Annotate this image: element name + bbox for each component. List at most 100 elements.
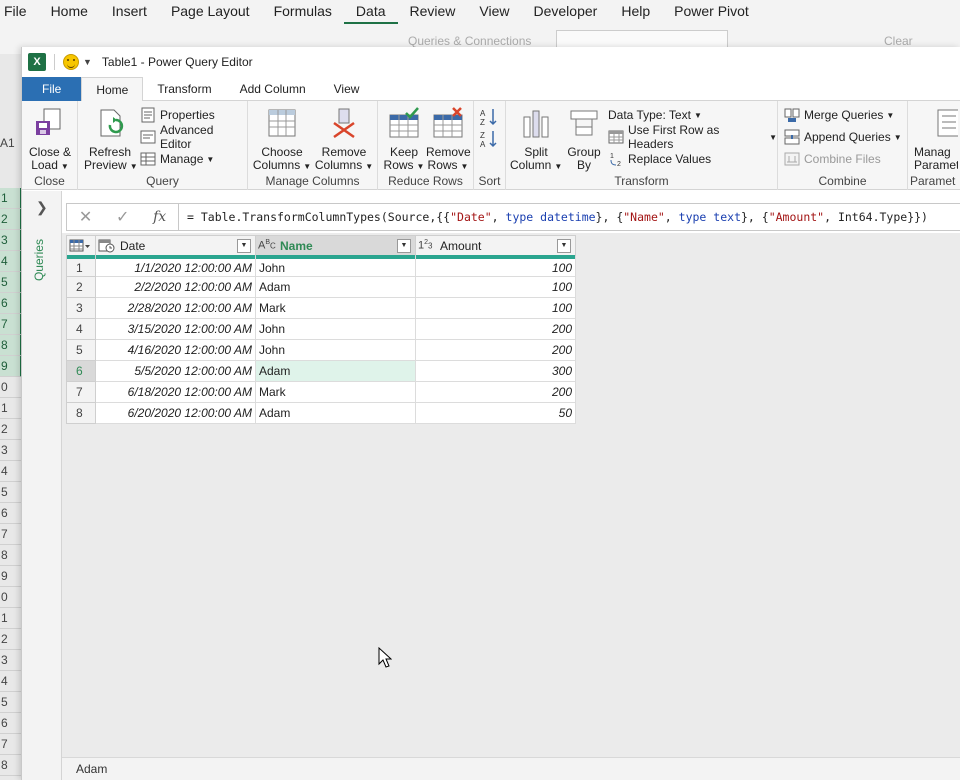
group-by-button[interactable]: Group By — [564, 107, 604, 172]
whole-number-type-icon[interactable]: 123 — [418, 239, 436, 251]
excel-menu-page-layout[interactable]: Page Layout — [159, 0, 262, 24]
tab-home[interactable]: Home — [81, 77, 144, 102]
merge-queries-button[interactable]: Merge Queries ▼ — [784, 105, 894, 125]
replace-values-button[interactable]: 12 Replace Values — [608, 149, 711, 169]
excel-menu-file[interactable]: File — [0, 0, 39, 24]
smiley-feedback-icon[interactable] — [63, 54, 79, 70]
excel-clear[interactable]: Clear — [884, 34, 913, 48]
cell-date[interactable]: 4/16/2020 12:00:00 AM — [95, 339, 256, 361]
cell-amount[interactable]: 200 — [415, 381, 576, 403]
excel-menu-review[interactable]: Review — [398, 0, 468, 24]
cancel-formula-icon[interactable]: ✕ — [79, 207, 92, 227]
row-number[interactable]: 4 — [66, 318, 96, 340]
use-first-row-headers-button[interactable]: Use First Row as Headers ▼ — [608, 123, 777, 151]
cell-name[interactable]: Adam — [255, 276, 416, 298]
group-label-parameters: Paramet — [910, 174, 956, 188]
sort-ascending-icon[interactable]: AZ — [480, 107, 498, 127]
excel-menu-help[interactable]: Help — [609, 0, 662, 24]
column-filter-dropdown-icon[interactable]: ▼ — [237, 238, 251, 253]
cell-name[interactable]: John — [255, 339, 416, 361]
excel-queries-connections[interactable]: Queries & Connections — [408, 34, 531, 48]
manage-button[interactable]: Manage ▼ — [140, 149, 214, 169]
formula-input[interactable]: = Table.TransformColumnTypes(Source,{{"D… — [179, 210, 928, 224]
close-load-icon — [36, 108, 61, 135]
quick-access-dropdown-icon[interactable]: ▼ — [83, 57, 92, 67]
cell-date[interactable]: 2/2/2020 12:00:00 AM — [95, 276, 256, 298]
refresh-preview-button[interactable]: Refresh Preview ▼ — [84, 107, 138, 173]
cell-amount[interactable]: 200 — [415, 339, 576, 361]
quality-bar — [416, 255, 575, 259]
manage-parameters-button[interactable]: Manag Paramete — [912, 107, 958, 172]
remove-columns-button[interactable]: Remove Columns ▼ — [314, 107, 374, 173]
row-number[interactable]: 5 — [66, 339, 96, 361]
cell-name[interactable]: John — [255, 318, 416, 340]
excel-logo-icon: X — [28, 53, 46, 71]
fx-icon[interactable]: fx — [153, 209, 166, 225]
cell-name[interactable]: Adam — [255, 360, 416, 382]
cell-date[interactable]: 3/15/2020 12:00:00 AM — [95, 318, 256, 340]
column-filter-dropdown-icon[interactable]: ▼ — [397, 238, 411, 253]
table-body: 1 1/1/2020 12:00:00 AM John 100 2 2/2/2020 12… — [66, 255, 576, 424]
chevron-down-icon: ▼ — [303, 162, 312, 171]
excel-menu-developer[interactable]: Developer — [522, 0, 610, 24]
column-header-name[interactable]: ABC Name ▼ — [255, 235, 416, 259]
data-type-dropdown[interactable]: Data Type: Text ▼ — [608, 105, 702, 125]
table-row: 7 6/18/2020 12:00:00 AM Mark 200 — [66, 381, 576, 403]
datetime-type-icon[interactable] — [98, 239, 116, 253]
keep-rows-button[interactable]: Keep Rows ▼ — [382, 107, 426, 173]
cell-date[interactable]: 6/18/2020 12:00:00 AM — [95, 381, 256, 403]
cell-date[interactable]: 6/20/2020 12:00:00 AM — [95, 402, 256, 424]
remove-columns-label-2: Columns — [314, 158, 363, 172]
row-number[interactable]: 6 — [66, 360, 96, 382]
cell-amount[interactable]: 100 — [415, 297, 576, 319]
cell-name[interactable]: Mark — [255, 297, 416, 319]
cell-name[interactable]: Mark — [255, 381, 416, 403]
cell-amount[interactable]: 50 — [415, 402, 576, 424]
row-number[interactable]: 7 — [66, 381, 96, 403]
column-header-date[interactable]: Date ▼ — [95, 235, 256, 259]
cell-name[interactable]: Adam — [255, 402, 416, 424]
sort-descending-icon[interactable]: ZA — [480, 129, 498, 149]
tab-transform[interactable]: Transform — [143, 77, 225, 101]
group-by-icon — [570, 110, 598, 136]
excel-menu-home[interactable]: Home — [39, 0, 100, 24]
excel-menu-formulas[interactable]: Formulas — [262, 0, 344, 24]
excel-menu-view[interactable]: View — [467, 0, 521, 24]
cell-amount[interactable]: 300 — [415, 360, 576, 382]
chevron-down-icon: ▼ — [60, 162, 69, 171]
column-name-amount: Amount — [440, 238, 482, 253]
remove-rows-button[interactable]: Remove Rows ▼ — [426, 107, 471, 173]
excel-menu-power-pivot[interactable]: Power Pivot — [662, 0, 761, 24]
cell-date[interactable]: 5/5/2020 12:00:00 AM — [95, 360, 256, 382]
properties-button[interactable]: Properties — [140, 105, 215, 125]
queries-pane-label[interactable]: Queries — [32, 239, 46, 281]
row-number[interactable]: 8 — [66, 402, 96, 424]
text-type-icon[interactable]: ABC — [258, 239, 276, 251]
column-filter-dropdown-icon[interactable]: ▼ — [557, 238, 571, 253]
append-queries-button[interactable]: Append Queries ▼ — [784, 127, 902, 147]
tab-add-column[interactable]: Add Column — [226, 77, 320, 101]
excel-menu-insert[interactable]: Insert — [100, 0, 159, 24]
cell-date[interactable]: 2/28/2020 12:00:00 AM — [95, 297, 256, 319]
chevron-down-icon: ▼ — [886, 110, 895, 120]
advanced-editor-button[interactable]: Advanced Editor — [140, 123, 247, 151]
chevron-down-icon: ▼ — [893, 132, 902, 142]
group-label-query: Query — [146, 174, 179, 188]
row-number[interactable]: 3 — [66, 297, 96, 319]
combine-files-button[interactable]: Combine Files — [784, 149, 881, 169]
row-number[interactable]: 2 — [66, 276, 96, 298]
excel-menu-data[interactable]: Data — [343, 0, 398, 24]
tab-file[interactable]: File — [22, 77, 82, 101]
column-header-amount[interactable]: 123 Amount ▼ — [415, 235, 576, 259]
cell-amount[interactable]: 100 — [415, 276, 576, 298]
expand-queries-chevron-icon[interactable]: ❯ — [36, 199, 48, 216]
table-menu-corner[interactable] — [66, 235, 96, 259]
tab-view[interactable]: View — [320, 77, 374, 101]
close-load-button[interactable]: Close & Load ▼ — [28, 107, 72, 173]
split-column-button[interactable]: Split Column ▼ — [510, 107, 562, 173]
commit-formula-icon[interactable]: ✓ — [116, 207, 129, 227]
choose-columns-button[interactable]: Choose Columns ▼ — [252, 107, 312, 173]
advanced-editor-label: Advanced Editor — [160, 123, 214, 151]
excel-name-box[interactable]: A1 — [0, 136, 15, 150]
cell-amount[interactable]: 200 — [415, 318, 576, 340]
